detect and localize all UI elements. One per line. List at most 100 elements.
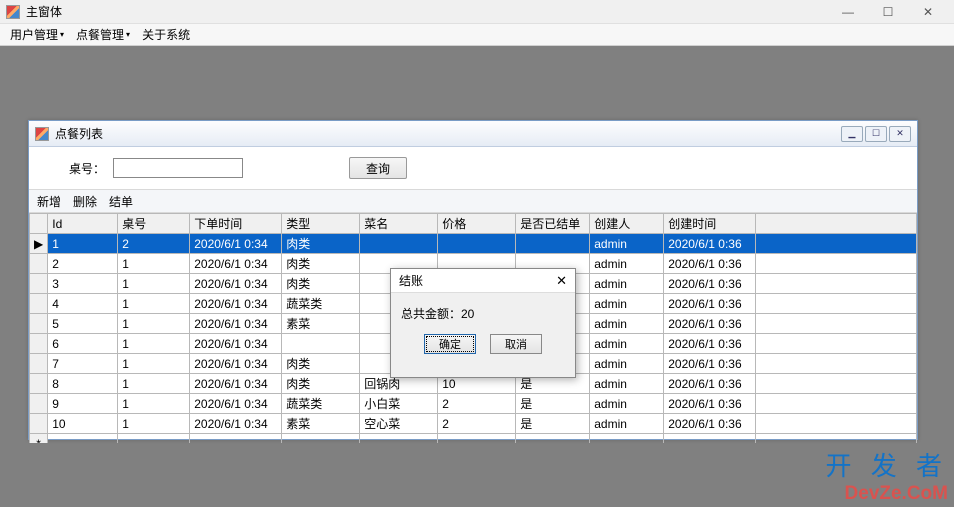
- cell[interactable]: 9: [48, 394, 118, 414]
- cell[interactable]: [756, 434, 917, 444]
- table-row[interactable]: *: [30, 434, 917, 444]
- cell[interactable]: 2: [438, 414, 516, 434]
- cell[interactable]: 10: [48, 414, 118, 434]
- cell[interactable]: [118, 434, 190, 444]
- table-row[interactable]: ▶122020/6/1 0:34肉类admin2020/6/1 0:36: [30, 234, 917, 254]
- add-button[interactable]: 新增: [37, 193, 61, 210]
- cell[interactable]: [756, 334, 917, 354]
- cell[interactable]: 2020/6/1 0:36: [664, 294, 756, 314]
- cell[interactable]: [590, 434, 664, 444]
- cell[interactable]: 2: [48, 254, 118, 274]
- cell[interactable]: 蔬菜类: [282, 294, 360, 314]
- cell[interactable]: 6: [48, 334, 118, 354]
- menu-about[interactable]: 关于系统: [138, 24, 194, 45]
- cell[interactable]: 素菜: [282, 414, 360, 434]
- cell[interactable]: admin: [590, 294, 664, 314]
- cell[interactable]: 是: [516, 394, 590, 414]
- col-tableno[interactable]: 桌号: [118, 214, 190, 234]
- cell[interactable]: [190, 434, 282, 444]
- cell[interactable]: admin: [590, 254, 664, 274]
- cell[interactable]: 2020/6/1 0:36: [664, 354, 756, 374]
- query-button[interactable]: 查询: [349, 157, 407, 179]
- cell[interactable]: admin: [590, 234, 664, 254]
- settle-button[interactable]: 结单: [109, 193, 133, 210]
- cell[interactable]: [360, 434, 438, 444]
- cell[interactable]: [756, 294, 917, 314]
- cell[interactable]: 小白菜: [360, 394, 438, 414]
- table-row[interactable]: 1012020/6/1 0:34素菜空心菜2是admin2020/6/1 0:3…: [30, 414, 917, 434]
- cell[interactable]: 2020/6/1 0:34: [190, 334, 282, 354]
- cell[interactable]: 2020/6/1 0:34: [190, 234, 282, 254]
- cell[interactable]: 7: [48, 354, 118, 374]
- cell[interactable]: 2020/6/1 0:36: [664, 274, 756, 294]
- col-createtime[interactable]: 创建时间: [664, 214, 756, 234]
- col-type[interactable]: 类型: [282, 214, 360, 234]
- col-ordertime[interactable]: 下单时间: [190, 214, 282, 234]
- cell[interactable]: [360, 234, 438, 254]
- cell[interactable]: admin: [590, 314, 664, 334]
- cell[interactable]: 1: [118, 254, 190, 274]
- cell[interactable]: 2020/6/1 0:34: [190, 354, 282, 374]
- child-maximize-button[interactable]: ☐: [865, 126, 887, 142]
- cell[interactable]: 肉类: [282, 354, 360, 374]
- delete-button[interactable]: 删除: [73, 193, 97, 210]
- cell[interactable]: admin: [590, 374, 664, 394]
- cell[interactable]: 空心菜: [360, 414, 438, 434]
- col-price[interactable]: 价格: [438, 214, 516, 234]
- cell[interactable]: 1: [118, 354, 190, 374]
- cell[interactable]: 肉类: [282, 254, 360, 274]
- dialog-close-icon[interactable]: ✕: [556, 273, 567, 289]
- cell[interactable]: 肉类: [282, 274, 360, 294]
- menu-user-mgmt[interactable]: 用户管理 ▾: [6, 24, 68, 45]
- table-row[interactable]: 912020/6/1 0:34蔬菜类小白菜2是admin2020/6/1 0:3…: [30, 394, 917, 414]
- cell[interactable]: 肉类: [282, 374, 360, 394]
- child-titlebar[interactable]: 点餐列表 ▁ ☐ ✕: [29, 121, 917, 147]
- dialog-cancel-button[interactable]: 取消: [490, 334, 542, 354]
- menu-order-mgmt[interactable]: 点餐管理 ▾: [72, 24, 134, 45]
- maximize-button[interactable]: ☐: [868, 0, 908, 24]
- cell[interactable]: 1: [118, 314, 190, 334]
- cell[interactable]: [438, 434, 516, 444]
- col-creator[interactable]: 创建人: [590, 214, 664, 234]
- close-button[interactable]: ✕: [908, 0, 948, 24]
- cell[interactable]: 2020/6/1 0:36: [664, 394, 756, 414]
- cell[interactable]: 1: [118, 334, 190, 354]
- col-settled[interactable]: 是否已结单: [516, 214, 590, 234]
- cell[interactable]: admin: [590, 354, 664, 374]
- cell[interactable]: [756, 374, 917, 394]
- cell[interactable]: [282, 334, 360, 354]
- cell[interactable]: 4: [48, 294, 118, 314]
- cell[interactable]: 1: [118, 414, 190, 434]
- child-minimize-button[interactable]: ▁: [841, 126, 863, 142]
- cell[interactable]: 2020/6/1 0:36: [664, 334, 756, 354]
- col-id[interactable]: Id: [48, 214, 118, 234]
- cell[interactable]: [756, 394, 917, 414]
- cell[interactable]: 2020/6/1 0:36: [664, 314, 756, 334]
- cell[interactable]: 1: [48, 234, 118, 254]
- cell[interactable]: 1: [118, 394, 190, 414]
- cell[interactable]: 2: [118, 234, 190, 254]
- cell[interactable]: 2020/6/1 0:34: [190, 254, 282, 274]
- cell[interactable]: 3: [48, 274, 118, 294]
- cell[interactable]: admin: [590, 274, 664, 294]
- cell[interactable]: [516, 234, 590, 254]
- cell[interactable]: 2020/6/1 0:34: [190, 294, 282, 314]
- cell[interactable]: 1: [118, 374, 190, 394]
- cell[interactable]: 2020/6/1 0:34: [190, 314, 282, 334]
- cell[interactable]: admin: [590, 394, 664, 414]
- cell[interactable]: [756, 234, 917, 254]
- dialog-ok-button[interactable]: 确定: [424, 334, 476, 354]
- table-no-input[interactable]: [113, 158, 243, 178]
- cell[interactable]: [282, 434, 360, 444]
- cell[interactable]: admin: [590, 334, 664, 354]
- cell[interactable]: 2020/6/1 0:36: [664, 414, 756, 434]
- cell[interactable]: [438, 234, 516, 254]
- cell[interactable]: [756, 274, 917, 294]
- cell[interactable]: [756, 254, 917, 274]
- minimize-button[interactable]: —: [828, 0, 868, 24]
- cell[interactable]: 1: [118, 274, 190, 294]
- cell[interactable]: admin: [590, 414, 664, 434]
- cell[interactable]: [756, 414, 917, 434]
- cell[interactable]: [516, 434, 590, 444]
- child-close-button[interactable]: ✕: [889, 126, 911, 142]
